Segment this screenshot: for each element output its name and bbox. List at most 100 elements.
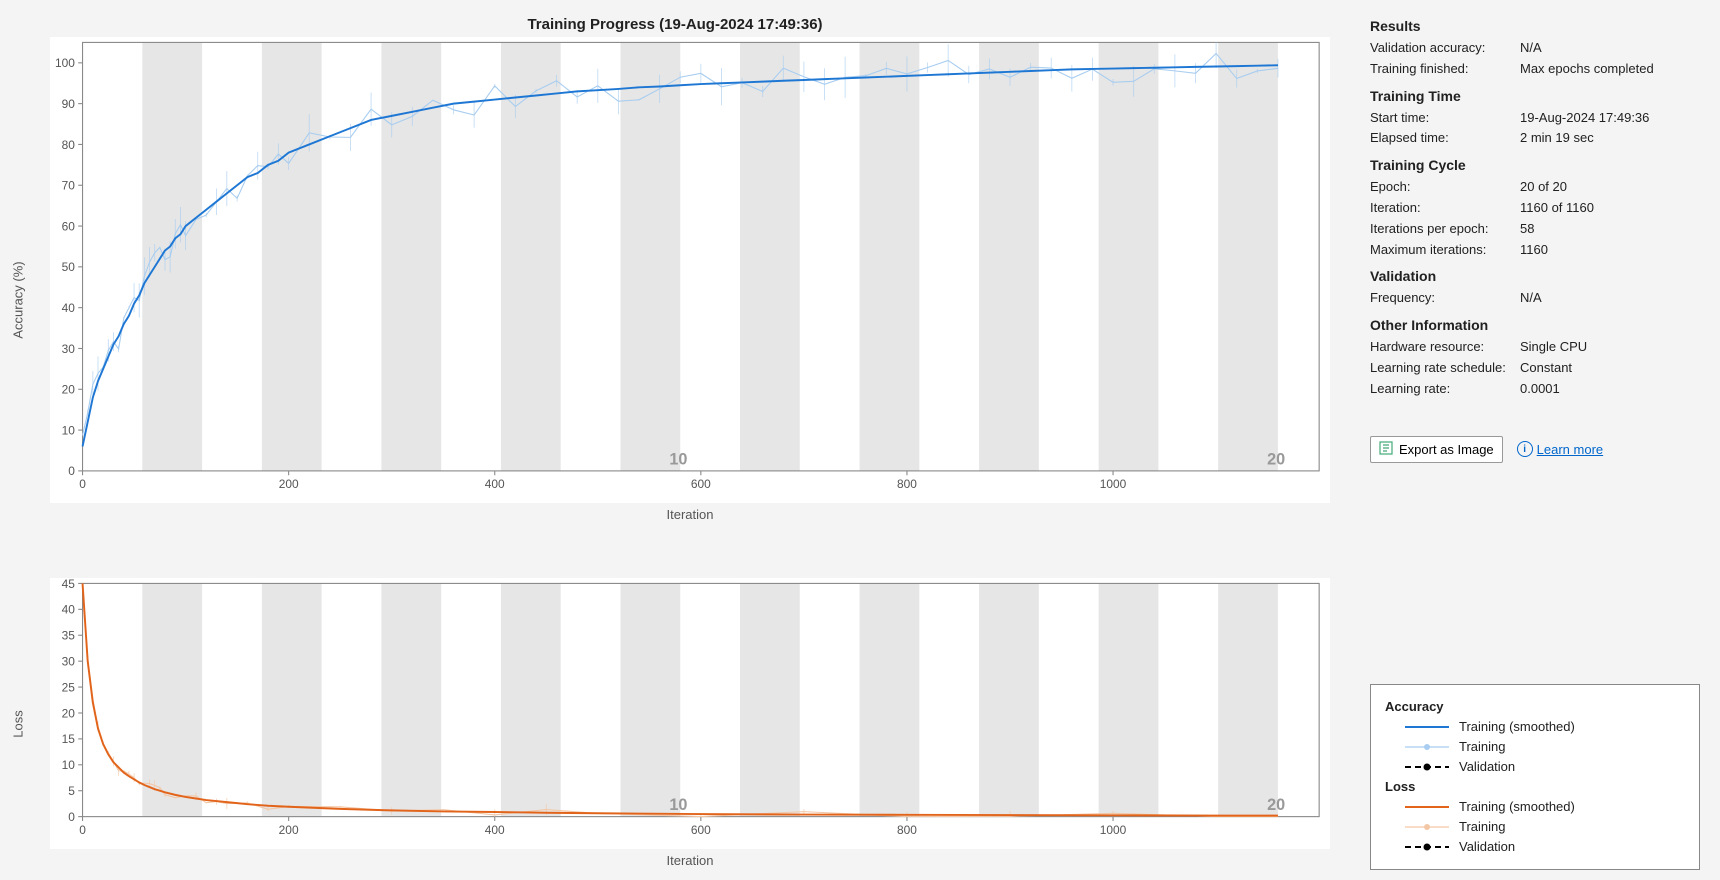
info-value: N/A	[1520, 38, 1700, 59]
legend-label: Training (smoothed)	[1459, 719, 1575, 734]
info-value: 0.0001	[1520, 379, 1700, 400]
info-value: 1160 of 1160	[1520, 198, 1700, 219]
svg-text:0: 0	[79, 822, 86, 836]
info-key: Validation accuracy:	[1370, 38, 1520, 59]
svg-text:600: 600	[691, 822, 711, 836]
export-button[interactable]: Export as Image	[1370, 436, 1503, 463]
info-row: Iterations per epoch:58	[1370, 219, 1700, 240]
info-value: 19-Aug-2024 17:49:36	[1520, 108, 1700, 129]
info-key: Start time:	[1370, 108, 1520, 129]
legend-label: Validation	[1459, 759, 1515, 774]
info-key: Iteration:	[1370, 198, 1520, 219]
svg-text:20: 20	[62, 383, 76, 397]
info-value: N/A	[1520, 288, 1700, 309]
export-label: Export as Image	[1399, 442, 1494, 457]
svg-text:800: 800	[897, 822, 917, 836]
info-row: Learning rate schedule:Constant	[1370, 358, 1700, 379]
svg-text:10: 10	[62, 758, 76, 772]
legend-row: Training	[1405, 819, 1685, 834]
svg-text:25: 25	[62, 680, 76, 694]
legend-row: Training	[1405, 739, 1685, 754]
svg-text:40: 40	[62, 602, 76, 616]
loss-ylabel: Loss	[11, 710, 26, 737]
info-key: Learning rate schedule:	[1370, 358, 1520, 379]
info-row: Frequency:N/A	[1370, 288, 1700, 309]
info-value: 58	[1520, 219, 1700, 240]
svg-text:200: 200	[279, 477, 299, 491]
export-icon	[1379, 441, 1393, 458]
legend-label: Training	[1459, 739, 1505, 754]
page-title: Training Progress (19-Aug-2024 17:49:36)	[0, 16, 1350, 33]
svg-text:80: 80	[62, 138, 76, 152]
info-row: Iteration:1160 of 1160	[1370, 198, 1700, 219]
info-value: 2 min 19 sec	[1520, 128, 1700, 149]
info-key: Elapsed time:	[1370, 128, 1520, 149]
info-key: Iterations per epoch:	[1370, 219, 1520, 240]
section-heading: Validation	[1370, 268, 1700, 284]
svg-text:800: 800	[897, 477, 917, 491]
svg-text:30: 30	[62, 654, 76, 668]
svg-text:30: 30	[62, 342, 76, 356]
info-key: Frequency:	[1370, 288, 1520, 309]
svg-text:5: 5	[68, 784, 75, 798]
info-row: Hardware resource:Single CPU	[1370, 337, 1700, 358]
info-icon: i	[1517, 441, 1533, 457]
legend-accuracy-heading: Accuracy	[1385, 699, 1685, 714]
legend-row: Training (smoothed)	[1405, 799, 1685, 814]
legend-label: Validation	[1459, 839, 1515, 854]
svg-text:40: 40	[62, 301, 76, 315]
svg-text:400: 400	[485, 477, 505, 491]
info-value: 20 of 20	[1520, 177, 1700, 198]
legend-row: Validation	[1405, 759, 1685, 774]
legend-row: Validation	[1405, 839, 1685, 854]
svg-text:10: 10	[62, 423, 76, 437]
info-value: 1160	[1520, 240, 1700, 261]
svg-text:70: 70	[62, 179, 76, 193]
svg-text:20: 20	[1267, 796, 1285, 814]
svg-text:60: 60	[62, 219, 76, 233]
info-value: Max epochs completed	[1520, 59, 1700, 80]
svg-text:10: 10	[669, 796, 687, 814]
svg-text:600: 600	[691, 477, 711, 491]
loss-chart: 051015202530354045020040060080010001020	[50, 578, 1330, 849]
loss-xlabel: Iteration	[50, 853, 1330, 868]
svg-text:20: 20	[1267, 450, 1285, 468]
accuracy-ylabel: Accuracy (%)	[11, 262, 26, 339]
svg-text:90: 90	[62, 97, 76, 111]
info-row: Start time:19-Aug-2024 17:49:36	[1370, 108, 1700, 129]
info-row: Epoch:20 of 20	[1370, 177, 1700, 198]
info-key: Learning rate:	[1370, 379, 1520, 400]
svg-text:1000: 1000	[1100, 822, 1127, 836]
legend-label: Training (smoothed)	[1459, 799, 1575, 814]
legend-row: Training (smoothed)	[1405, 719, 1685, 734]
svg-text:400: 400	[485, 822, 505, 836]
legend-loss-heading: Loss	[1385, 779, 1685, 794]
info-key: Epoch:	[1370, 177, 1520, 198]
info-row: Training finished:Max epochs completed	[1370, 59, 1700, 80]
svg-text:35: 35	[62, 628, 76, 642]
svg-text:200: 200	[279, 822, 299, 836]
section-heading: Training Time	[1370, 88, 1700, 104]
info-row: Validation accuracy:N/A	[1370, 38, 1700, 59]
svg-text:10: 10	[669, 450, 687, 468]
svg-text:0: 0	[68, 809, 75, 823]
info-row: Elapsed time:2 min 19 sec	[1370, 128, 1700, 149]
section-heading: Results	[1370, 18, 1700, 34]
info-row: Learning rate:0.0001	[1370, 379, 1700, 400]
svg-text:15: 15	[62, 732, 76, 746]
info-key: Training finished:	[1370, 59, 1520, 80]
accuracy-xlabel: Iteration	[50, 507, 1330, 522]
section-heading: Training Cycle	[1370, 157, 1700, 173]
svg-text:100: 100	[55, 56, 75, 70]
accuracy-chart: 0102030405060708090100020040060080010001…	[50, 37, 1330, 503]
svg-text:50: 50	[62, 260, 76, 274]
legend-label: Training	[1459, 819, 1505, 834]
learn-more-link[interactable]: Learn more	[1537, 442, 1603, 457]
info-panel: ResultsValidation accuracy:N/ATraining f…	[1370, 10, 1700, 400]
info-value: Constant	[1520, 358, 1700, 379]
info-key: Maximum iterations:	[1370, 240, 1520, 261]
svg-text:1000: 1000	[1100, 477, 1127, 491]
svg-text:0: 0	[79, 477, 86, 491]
legend: Accuracy Training (smoothed) Training Va…	[1370, 684, 1700, 870]
info-row: Maximum iterations:1160	[1370, 240, 1700, 261]
